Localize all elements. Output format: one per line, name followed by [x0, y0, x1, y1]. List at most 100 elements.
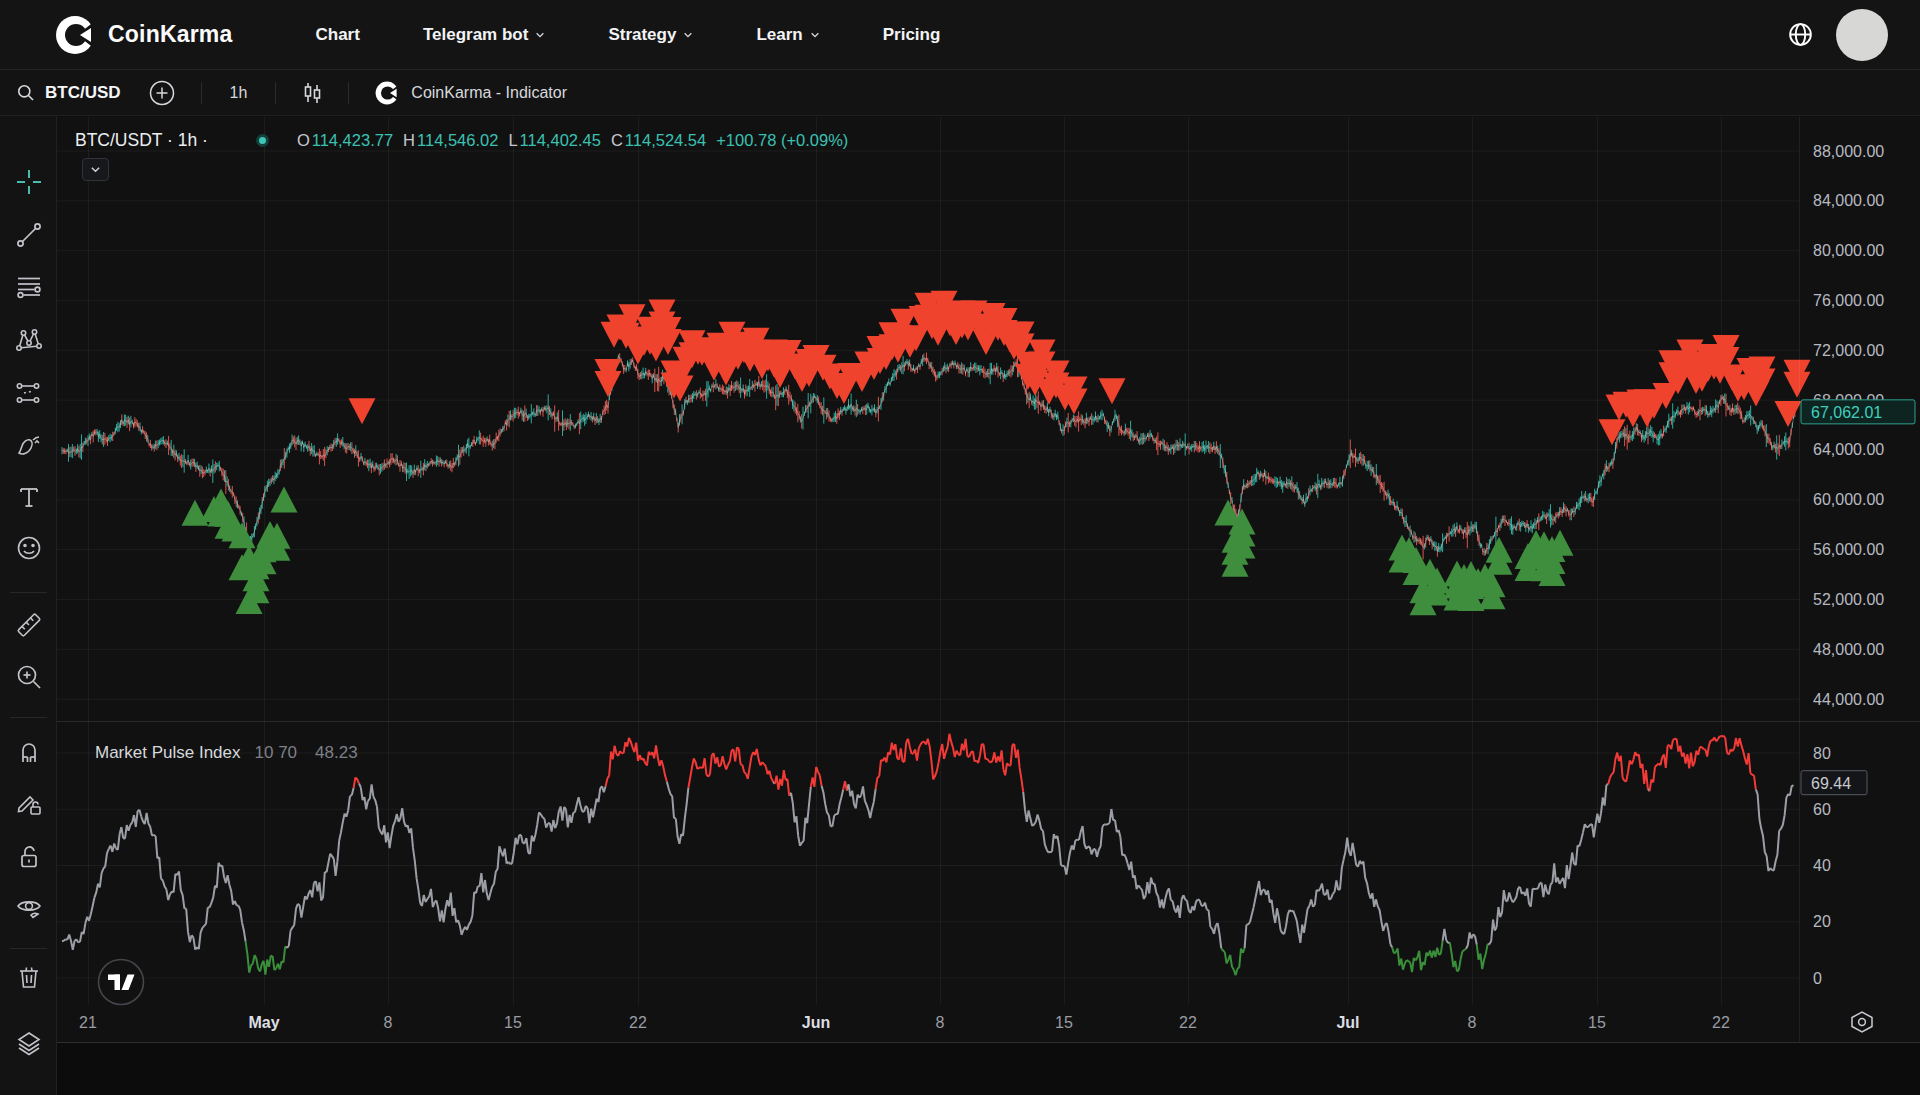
legend-o-value: 114,423.77 — [312, 131, 393, 150]
nav-item-learn[interactable]: Learn — [756, 25, 819, 45]
interval-button[interactable]: 1h — [230, 84, 248, 102]
oscillator-title[interactable]: Market Pulse Index — [95, 743, 241, 763]
projection-icon — [14, 378, 44, 408]
emoji-icon — [14, 533, 44, 563]
chevron-down-icon — [683, 30, 693, 40]
tool-ruler-button[interactable] — [13, 609, 45, 641]
tool-crosshair-button[interactable] — [13, 166, 45, 198]
plus-circle-icon — [149, 80, 175, 106]
brand[interactable]: CoinKarma — [55, 15, 233, 55]
oscillator-value: 48.23 — [315, 743, 358, 763]
price-tick-label: 60,000.00 — [1813, 491, 1884, 508]
nav-item-pricing[interactable]: Pricing — [883, 25, 941, 45]
price-tick-label: 88,000.00 — [1813, 143, 1884, 160]
tool-brush-button[interactable] — [13, 429, 45, 461]
nav-right — [1787, 9, 1888, 61]
legend-change: +100.78 (+0.09%) — [716, 131, 848, 150]
tool-text-button[interactable] — [13, 481, 45, 513]
time-tick-label: May — [248, 1014, 279, 1031]
brush-icon — [14, 430, 44, 460]
price-axis[interactable]: 88,000.0084,000.0080,000.0076,000.0072,0… — [1813, 143, 1884, 987]
legend-symbol[interactable]: BTC/USDT · 1h · — [75, 130, 208, 151]
timezone-settings-button[interactable] — [1852, 1012, 1872, 1032]
last-price-tag: 67,062.01 — [1801, 400, 1915, 424]
globe-icon[interactable] — [1787, 21, 1814, 48]
legend-c-value: 114,524.54 — [625, 131, 706, 150]
avatar[interactable] — [1836, 9, 1888, 61]
osc-tick-label: 60 — [1813, 801, 1831, 818]
price-tick-label: 44,000.00 — [1813, 691, 1884, 708]
drawing-pencil-lock-icon — [14, 788, 44, 818]
tool-fib-retracement-button[interactable] — [13, 271, 45, 303]
svg-text:69.44: 69.44 — [1811, 775, 1851, 792]
chart-style-button[interactable] — [300, 81, 324, 105]
tool-zoom-in-button[interactable] — [13, 661, 45, 693]
nav-item-telegram-bot[interactable]: Telegram bot — [423, 25, 545, 45]
indicator-name: CoinKarma - Indicator — [411, 84, 567, 102]
price-tick-label: 84,000.00 — [1813, 192, 1884, 209]
chevron-down-icon — [535, 30, 545, 40]
drawing-toolbar — [0, 116, 57, 1095]
nav-item-label: Chart — [316, 25, 360, 45]
tool-emoji-button[interactable] — [13, 532, 45, 564]
oscillator-series — [62, 734, 1794, 975]
legend-l-value: 114,402.45 — [520, 131, 601, 150]
magnet-icon — [14, 737, 44, 767]
coinkarma-mini-logo-icon — [375, 81, 399, 105]
legend-o-label: O — [297, 131, 310, 150]
toolbar-divider — [10, 592, 47, 593]
nav-item-label: Strategy — [608, 25, 676, 45]
nav-item-chart[interactable]: Chart — [316, 25, 360, 45]
remove-drawings-icon — [14, 962, 44, 992]
time-tick-label: Jun — [802, 1014, 830, 1031]
time-tick-label: 22 — [1179, 1014, 1197, 1031]
toolbar-divider — [10, 717, 47, 718]
symbol-toolbar: BTC/USD 1h CoinKarma - Indicator — [0, 70, 1920, 116]
tool-trend-line-button[interactable] — [13, 219, 45, 251]
lock-icon — [14, 842, 44, 872]
crosshair-icon — [14, 167, 44, 197]
top-navbar: CoinKarma Chart Telegram bot Strategy Learn… — [0, 0, 1920, 70]
legend-h-value: 114,546.02 — [417, 131, 498, 150]
svg-text:67,062.01: 67,062.01 — [1811, 404, 1882, 421]
legend-expand-button[interactable] — [82, 158, 109, 181]
price-tick-label: 48,000.00 — [1813, 641, 1884, 658]
brand-title: CoinKarma — [108, 21, 233, 48]
chevron-down-icon — [810, 30, 820, 40]
hide-drawings-icon — [14, 893, 44, 923]
tool-object-tree-button[interactable] — [13, 1027, 45, 1059]
time-tick-label: Jul — [1336, 1014, 1359, 1031]
price-tick-label: 76,000.00 — [1813, 292, 1884, 309]
fib-retracement-icon — [14, 272, 44, 302]
xabcd-pattern-icon — [14, 325, 44, 355]
tradingview-logo[interactable] — [99, 960, 144, 1005]
chart-area[interactable]: 88,000.0084,000.0080,000.0076,000.0072,0… — [57, 117, 1920, 1095]
candles-icon — [300, 81, 324, 105]
data-status-icon[interactable] — [256, 134, 269, 147]
oscillator-value-tag: 69.44 — [1801, 771, 1867, 795]
nav-item-label: Pricing — [883, 25, 941, 45]
tool-projection-button[interactable] — [13, 377, 45, 409]
tool-magnet-button[interactable] — [13, 736, 45, 768]
price-legend: BTC/USDT · 1h · O114,423.77H114,546.02L1… — [75, 130, 848, 151]
tool-xabcd-pattern-button[interactable] — [13, 324, 45, 356]
tool-lock-button[interactable] — [13, 841, 45, 873]
osc-tick-label: 0 — [1813, 970, 1822, 987]
legend-l-label: L — [508, 131, 517, 150]
main-nav: Chart Telegram bot Strategy Learn Pricing — [316, 25, 1004, 45]
compare-add-button[interactable] — [149, 80, 175, 106]
buy-markers — [182, 487, 1574, 616]
tool-hide-drawings-button[interactable] — [13, 892, 45, 924]
tool-drawing-pencil-lock-button[interactable] — [13, 787, 45, 819]
time-axis[interactable]: 21May81522Jun81522Jul81522 — [79, 1014, 1730, 1031]
price-tick-label: 56,000.00 — [1813, 541, 1884, 558]
tool-remove-drawings-button[interactable] — [13, 961, 45, 993]
symbol-search[interactable]: BTC/USD — [16, 83, 121, 103]
time-tick-label: 8 — [936, 1014, 945, 1031]
text-icon — [14, 482, 44, 512]
nav-item-label: Telegram bot — [423, 25, 528, 45]
osc-tick-label: 20 — [1813, 913, 1831, 930]
price-tick-label: 80,000.00 — [1813, 242, 1884, 259]
indicator-chip[interactable]: CoinKarma - Indicator — [375, 81, 567, 105]
nav-item-strategy[interactable]: Strategy — [608, 25, 693, 45]
